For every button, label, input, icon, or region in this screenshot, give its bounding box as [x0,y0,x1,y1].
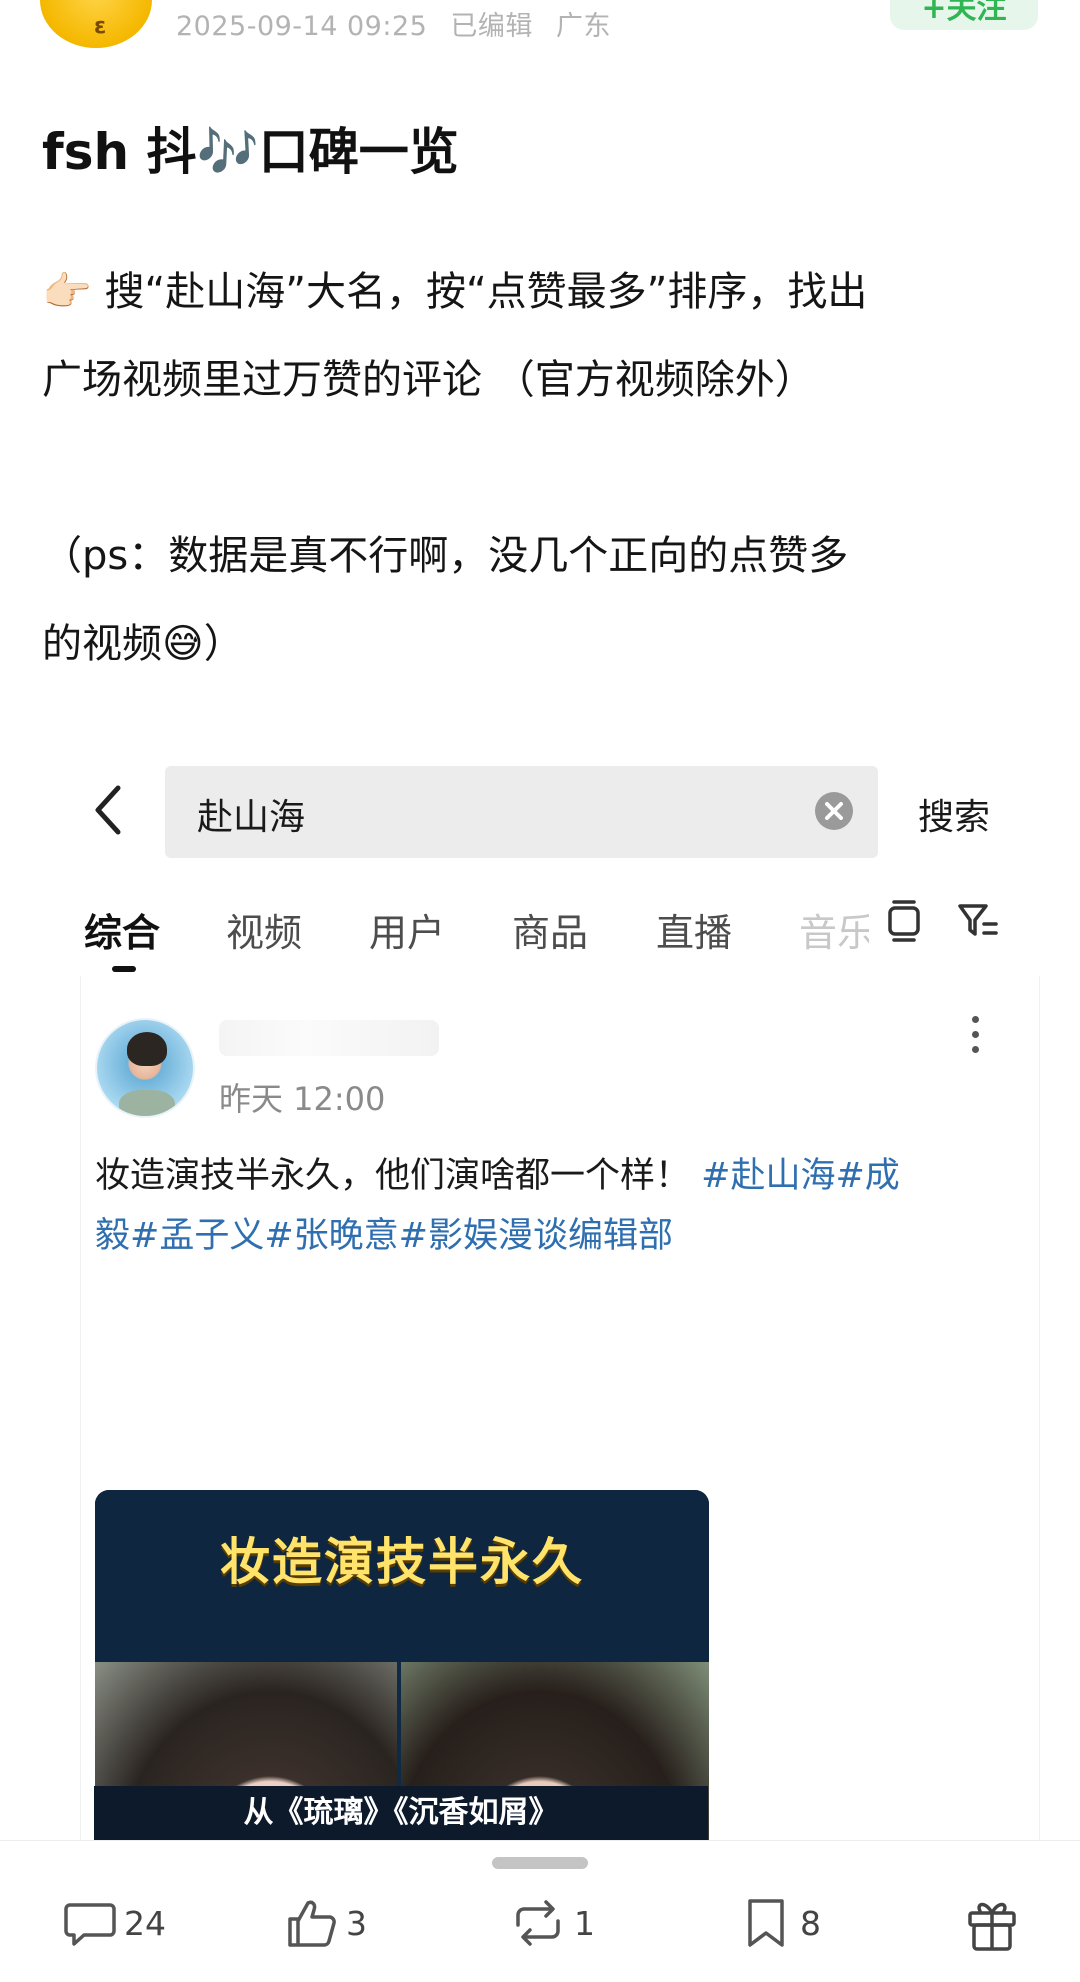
search-result-card[interactable]: 昨天 12:00 妆造演技半永久，他们演啥都一个样！ #赴山海#成 毅#孟子义#… [80,976,1040,1840]
post-header: ε 2025-09-14 09:25 已编辑 广东 +关注 [0,0,1080,60]
filter-icon[interactable] [956,900,998,942]
card-time: 昨天 12:00 [219,1080,386,1118]
bookmark-icon [748,1899,784,1947]
tab-music[interactable]: 音乐 [799,902,869,957]
repost-count: 1 [574,1903,595,1943]
tab-live[interactable]: 直播 [656,902,732,957]
search-button[interactable]: 搜索 [918,788,990,840]
tab-videos[interactable]: 视频 [226,902,302,957]
like-count: 3 [346,1903,367,1943]
more-icon[interactable] [969,1016,981,1056]
repost-icon [516,1900,560,1946]
back-icon[interactable] [88,780,128,840]
post-meta: 2025-09-14 09:25 已编辑 广东 [176,4,625,43]
search-input[interactable]: 赴山海 [165,766,878,858]
card-text: 妆造演技半永久，他们演啥都一个样！ #赴山海#成 毅#孟子义#张晚意#影娱漫谈编… [95,1146,995,1266]
post-line-3: （ps：数据是真不行啊，没几个正向的点赞多 [42,533,849,579]
gift-icon [968,1902,1016,1951]
gift-action[interactable] [964,1893,1026,1953]
thumbnail-banner: 妆造演技半永久 [95,1490,709,1662]
post-line-1: 👉🏻 搜“赴山海”大名，按“点赞最多”排序，找出 [42,269,868,315]
post-timestamp: 2025-09-14 09:25 [176,11,428,42]
tab-indicator [112,966,136,972]
like-action[interactable]: 3 [284,1893,367,1953]
post-body: 👉🏻 搜“赴山海”大名，按“点赞最多”排序，找出 广场视频里过万赞的评论 （官方… [42,248,1042,688]
author-avatar[interactable]: ε [40,0,152,48]
tab-users[interactable]: 用户 [369,902,445,957]
edited-label: 已编辑 [450,11,533,42]
card-avatar[interactable] [95,1018,195,1118]
clear-icon[interactable] [815,792,853,830]
hashtags-line-1[interactable]: #赴山海#成 [701,1156,900,1196]
bookmark-count: 8 [800,1903,821,1943]
post-title: fsh 抖🎶口碑一览 [42,123,459,181]
post-line-2: 广场视频里过万赞的评论 （官方视频除外） [42,357,815,403]
repost-action[interactable]: 1 [508,1893,595,1953]
hashtags-line-2[interactable]: 毅#孟子义#张晚意#影娱漫谈编辑部 [95,1216,673,1256]
follow-button[interactable]: +关注 [890,0,1038,30]
comment-action[interactable]: 24 [62,1893,166,1953]
card-username-blurred[interactable] [219,1020,439,1056]
search-query[interactable]: 赴山海 [197,788,305,840]
bottom-action-bar: 24 3 1 8 [0,1840,1080,1982]
tab-products[interactable]: 商品 [512,902,588,957]
tab-comprehensive[interactable]: 综合 [84,902,160,957]
post-line-4: 的视频😅） [42,621,244,667]
thumbnail-caption: 从《琉璃》《沉香如屑》 [94,1786,708,1840]
thumbs-up-icon [288,1900,336,1947]
comment-count: 24 [124,1903,166,1943]
post-location: 广东 [556,11,611,42]
layout-icon[interactable] [884,898,924,942]
thumbnail-title: 妆造演技半永久 [220,1533,584,1591]
embedded-screenshot: 赴山海 搜索 综合 视频 用户 商品 直播 音乐 昨天 12:00 妆造演技半永… [0,740,1080,1840]
comment-icon [64,1903,116,1946]
drag-handle[interactable] [492,1857,588,1869]
bookmark-action[interactable]: 8 [738,1893,821,1953]
card-text-plain: 妆造演技半永久，他们演啥都一个样！ [95,1156,691,1196]
